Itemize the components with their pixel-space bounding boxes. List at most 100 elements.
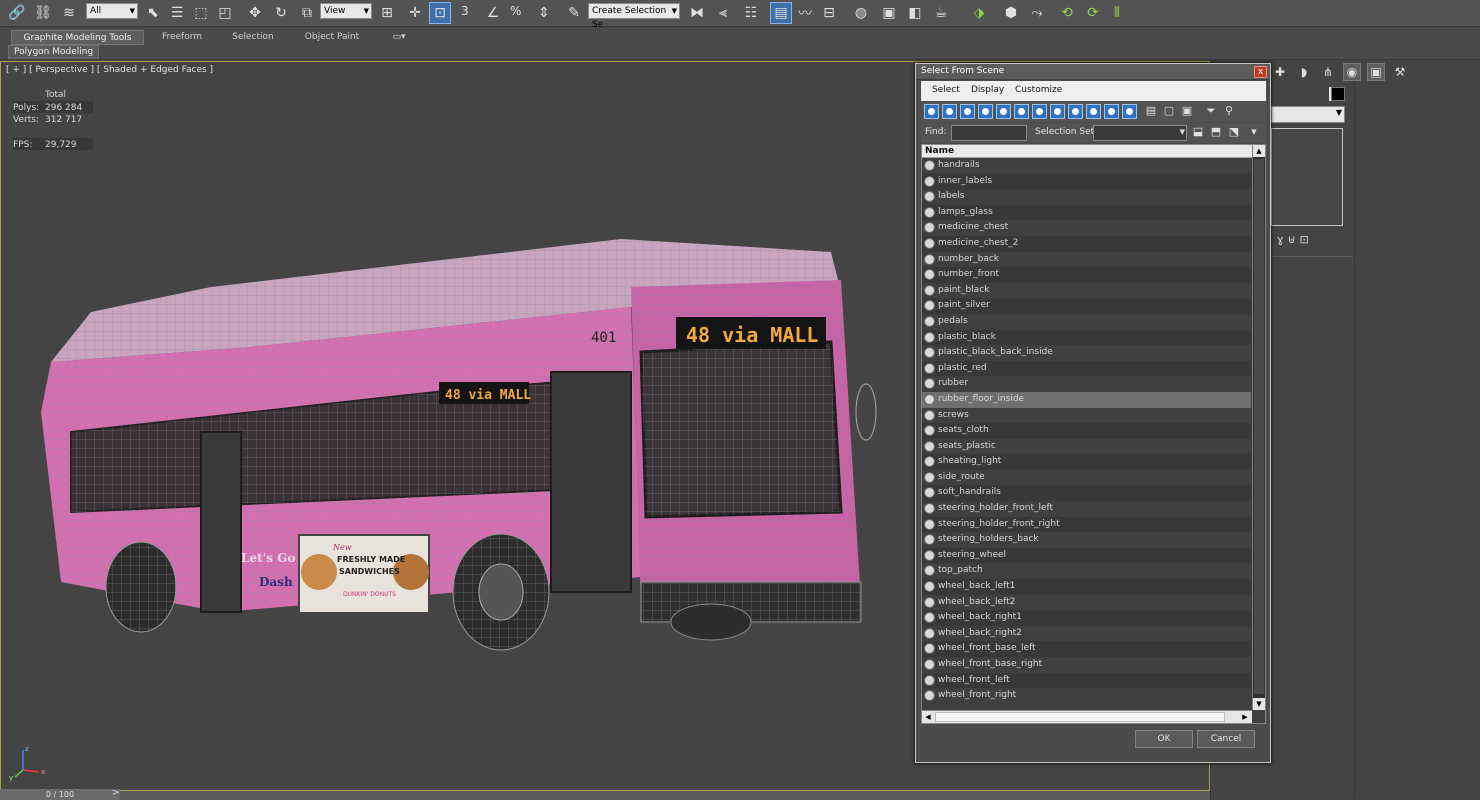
- dialog-titlebar[interactable]: Select From Scene x: [916, 64, 1270, 80]
- list-item[interactable]: wheel_back_right2: [922, 626, 1251, 642]
- display-containers-icon[interactable]: [1086, 104, 1101, 119]
- menu-customize[interactable]: Customize: [1015, 85, 1062, 95]
- menu-select[interactable]: Select: [932, 85, 960, 95]
- modify-tab-icon[interactable]: ◗: [1295, 63, 1313, 81]
- list-item[interactable]: soft_handrails: [922, 485, 1251, 502]
- selection-set-dropdown[interactable]: ▼: [1093, 125, 1187, 141]
- display-cameras-icon[interactable]: [978, 104, 993, 119]
- scroll-right-icon[interactable]: ▶: [1240, 712, 1250, 723]
- display-helpers-icon[interactable]: [996, 104, 1011, 119]
- rendered-frame-window-icon[interactable]: ◧: [904, 2, 926, 24]
- list-item[interactable]: seats_cloth: [922, 423, 1251, 439]
- tab-object-paint[interactable]: Object Paint: [295, 30, 369, 45]
- list-item[interactable]: number_back: [922, 252, 1251, 268]
- list-item[interactable]: side_route: [922, 470, 1251, 486]
- create-tab-icon[interactable]: ✚: [1271, 63, 1289, 81]
- link-icon[interactable]: 🔗: [6, 2, 28, 24]
- list-item[interactable]: wheel_front_left: [922, 672, 1251, 689]
- list-item[interactable]: wheel_front_base_left: [922, 641, 1251, 657]
- list-item[interactable]: steering_holders_back: [922, 532, 1251, 548]
- display-tab-icon[interactable]: ▣: [1367, 63, 1385, 81]
- hierarchy-tab-icon[interactable]: ⋔: [1319, 63, 1337, 81]
- list-item[interactable]: medicine_chest: [922, 220, 1251, 236]
- tab-freeform[interactable]: Freeform: [150, 30, 214, 45]
- plugin-tool-4-icon[interactable]: ⟲: [1056, 2, 1078, 24]
- edit-named-selection-icon[interactable]: ✎: [563, 2, 585, 24]
- find-input[interactable]: [951, 125, 1027, 141]
- move-icon[interactable]: ✥: [244, 2, 266, 24]
- rotate-icon[interactable]: ↻: [270, 2, 292, 24]
- pivot-icon[interactable]: ⊞: [376, 2, 398, 24]
- display-geometry-icon[interactable]: [924, 104, 939, 119]
- display-groups-icon[interactable]: [1032, 104, 1047, 119]
- list-item[interactable]: wheel_back_left2: [922, 595, 1251, 611]
- display-none-icon[interactable]: ▢: [1163, 105, 1175, 117]
- ok-button[interactable]: OK: [1135, 730, 1193, 748]
- bind-space-warp-icon[interactable]: ≋: [58, 2, 80, 24]
- motion-tab-icon[interactable]: ◉: [1343, 63, 1361, 81]
- render-setup-icon[interactable]: ▣: [878, 2, 900, 24]
- list-item[interactable]: plastic_black_back_inside: [922, 345, 1251, 361]
- list-item[interactable]: plastic_red: [922, 360, 1251, 377]
- utilities-tab-icon[interactable]: ⚒: [1391, 63, 1409, 81]
- rectangular-selection-icon[interactable]: ⬚: [190, 2, 212, 24]
- spinner-snap-icon[interactable]: ⇕: [533, 2, 555, 24]
- tab-graphite-modeling-tools[interactable]: Graphite Modeling Tools: [11, 30, 144, 45]
- tab-selection[interactable]: Selection: [222, 30, 284, 45]
- display-all-icon[interactable]: ▤: [1145, 105, 1157, 117]
- list-item[interactable]: plastic_black: [922, 329, 1251, 346]
- polygon-modeling-panel[interactable]: Polygon Modeling: [8, 45, 100, 59]
- select-all-icon[interactable]: ⬓: [1192, 126, 1204, 138]
- list-item[interactable]: pedals: [922, 314, 1251, 330]
- list-item[interactable]: steering_holder_front_right: [922, 516, 1251, 533]
- render-teapot-icon[interactable]: ☕: [930, 2, 952, 24]
- menu-display[interactable]: Display: [971, 85, 1004, 95]
- next-frame-button[interactable]: >: [112, 788, 120, 798]
- display-hidden-icon[interactable]: [1122, 104, 1137, 119]
- schematic-view-icon[interactable]: ⊟: [818, 2, 840, 24]
- manipulate-icon[interactable]: ✛: [404, 2, 426, 24]
- list-item[interactable]: wheel_back_left1: [922, 579, 1251, 595]
- modifier-stack-list[interactable]: [1271, 128, 1343, 226]
- list-item[interactable]: wheel_back_right1: [922, 610, 1251, 626]
- modifier-list-dropdown[interactable]: ▼: [1271, 106, 1345, 123]
- window-crossing-icon[interactable]: ◰: [214, 2, 236, 24]
- filter-icon[interactable]: ⏷: [1205, 105, 1217, 117]
- object-color-swatch[interactable]: [1331, 87, 1345, 101]
- list-item[interactable]: screws: [922, 408, 1251, 424]
- select-by-name-icon[interactable]: ☰: [166, 2, 188, 24]
- configure-modifier-sets-icon[interactable]: ⊡: [1300, 233, 1309, 246]
- angle-snap-icon[interactable]: ∠: [482, 2, 504, 24]
- list-item[interactable]: handrails: [922, 158, 1251, 174]
- list-item[interactable]: top_patch: [922, 563, 1251, 579]
- list-item[interactable]: sheating_light: [922, 454, 1251, 470]
- scene-explorer-icon[interactable]: ▤: [770, 2, 792, 24]
- display-space-warps-icon[interactable]: [1014, 104, 1029, 119]
- vertical-scrollbar[interactable]: ▲ ▼: [1252, 145, 1265, 710]
- ribbon-options-icon[interactable]: ▭▾: [388, 30, 410, 45]
- align-icon[interactable]: ⫷: [712, 2, 734, 24]
- list-item[interactable]: steering_wheel: [922, 547, 1251, 564]
- list-item[interactable]: medicine_chest_2: [922, 235, 1251, 252]
- unlink-icon[interactable]: ⛓: [32, 2, 54, 24]
- horizontal-scrollbar[interactable]: ◀ ▶: [922, 710, 1252, 723]
- reference-coordinate-dropdown[interactable]: View ▼: [320, 3, 372, 19]
- cancel-button[interactable]: Cancel: [1197, 730, 1255, 748]
- display-xrefs-icon[interactable]: [1050, 104, 1065, 119]
- filter-options-icon[interactable]: ⚲: [1223, 105, 1235, 117]
- list-item[interactable]: labels: [922, 189, 1251, 205]
- material-editor-icon[interactable]: ◍: [850, 2, 872, 24]
- named-selection-set-dropdown[interactable]: Create Selection Se ▼: [588, 3, 680, 30]
- plugin-tool-6-icon[interactable]: ⫴: [1106, 2, 1128, 24]
- scale-icon[interactable]: ⧉: [296, 2, 318, 24]
- pin-stack-icon[interactable]: ɣ: [1277, 233, 1284, 246]
- viewport-label[interactable]: [ + ] [ Perspective ] [ Shaded + Edged F…: [6, 65, 213, 75]
- vertical-scroll-thumb[interactable]: [1254, 159, 1264, 694]
- horizontal-scroll-thumb[interactable]: [935, 712, 1225, 722]
- bus-3d-model[interactable]: 48 via MALL 48 via MALL 401 New FRESHLY …: [31, 232, 891, 672]
- frame-counter[interactable]: 0 / 100: [0, 789, 120, 800]
- list-item[interactable]: wheel_front_right: [922, 688, 1251, 704]
- keyboard-shortcut-override-icon[interactable]: ⊡: [429, 2, 451, 24]
- list-item[interactable]: rubber: [922, 376, 1251, 392]
- list-item[interactable]: rubber_floor_inside: [922, 391, 1251, 408]
